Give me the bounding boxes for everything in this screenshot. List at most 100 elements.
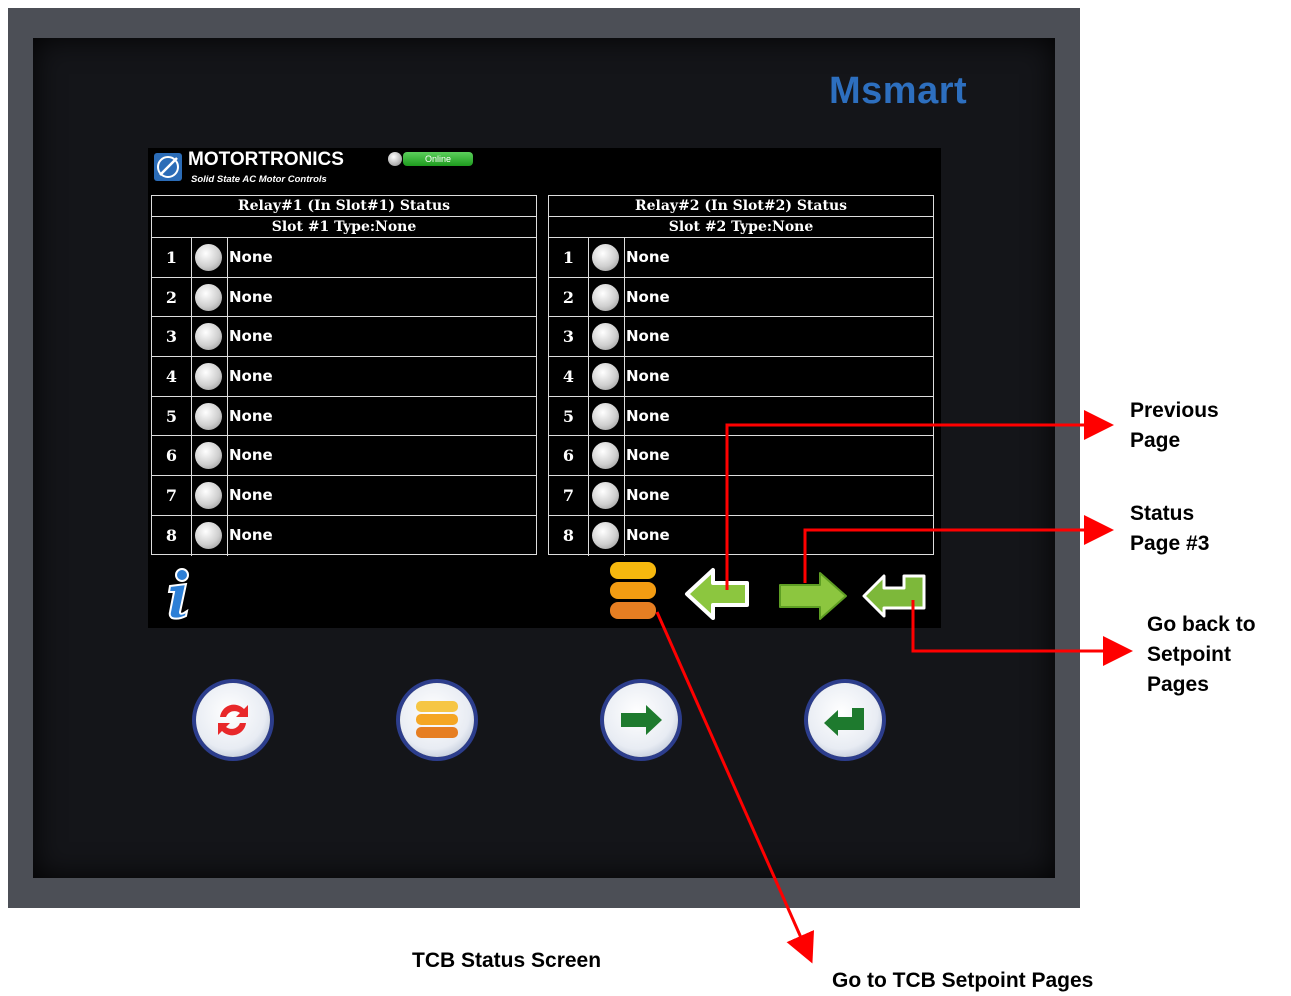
relay-row: 3 None	[152, 317, 536, 358]
previous-page-button[interactable]	[683, 566, 753, 627]
relay-row: 1 None	[152, 238, 536, 278]
relay-row: 8 None	[152, 515, 536, 556]
relay-label: None	[626, 406, 670, 425]
relay-row: 6 None	[152, 436, 536, 477]
relay-row: 6 None	[549, 436, 933, 477]
relay-led-icon	[195, 442, 222, 470]
annotation-line: Page #3	[1130, 532, 1210, 555]
relay-led-icon	[592, 442, 619, 470]
row-divider	[624, 277, 625, 317]
relay-number: 6	[549, 436, 589, 476]
relay-label: None	[229, 406, 273, 425]
relay-row: 2 None	[152, 277, 536, 318]
return-icon	[862, 574, 926, 618]
row-divider	[227, 515, 228, 556]
relay-number: 6	[152, 436, 192, 476]
relay-number: 4	[152, 357, 192, 396]
annotation-status-page: Status Page #3	[1130, 499, 1209, 559]
relay-led-icon	[592, 283, 619, 311]
refresh-icon	[218, 704, 248, 736]
row-divider	[624, 238, 625, 277]
row-divider	[227, 317, 228, 357]
relay-led-icon	[195, 521, 222, 549]
next-status-page-button[interactable]	[776, 570, 850, 627]
panel-title: Relay#1 (In Slot#1) Status	[152, 196, 536, 217]
relay-number: 7	[152, 476, 192, 515]
relay-label: None	[626, 525, 670, 544]
relay-label: None	[229, 367, 273, 386]
relay-row: 1 None	[549, 238, 933, 278]
relay-number: 5	[549, 396, 589, 436]
annotation-line: Previous	[1130, 399, 1219, 422]
relay-row: 5 None	[549, 396, 933, 437]
back-to-setpoints-button[interactable]	[860, 568, 930, 623]
relay-row: 2 None	[549, 277, 933, 318]
relay-label: None	[626, 287, 670, 306]
relay-led-icon	[592, 244, 619, 271]
row-divider	[227, 476, 228, 515]
relay2-panel: Relay#2 (In Slot#2) Status Slot #2 Type:…	[548, 195, 934, 556]
relay-number: 5	[152, 396, 192, 436]
relay-number: 3	[549, 317, 589, 357]
row-divider	[624, 357, 625, 396]
relay-number: 1	[549, 238, 589, 277]
relay-led-icon	[195, 244, 222, 271]
relay-label: None	[229, 327, 273, 346]
arrow-left-icon	[685, 568, 749, 620]
relay-label: None	[626, 367, 670, 386]
annotation-line: Go back to	[1147, 613, 1256, 636]
menu-button[interactable]	[608, 560, 660, 622]
relay-led-icon	[592, 402, 619, 430]
relay-row: 4 None	[549, 357, 933, 397]
relay-label: None	[229, 446, 273, 465]
annotation-go-back: Go back to Setpoint Pages	[1147, 610, 1256, 700]
arrow-right-icon	[621, 705, 662, 735]
relay-led-icon	[195, 482, 222, 510]
relay-row: 4 None	[152, 357, 536, 397]
refresh-hardware-button[interactable]	[196, 683, 270, 757]
row-divider	[624, 515, 625, 556]
relay-label: None	[626, 248, 670, 266]
relay-row: 7 None	[549, 476, 933, 516]
row-divider	[227, 396, 228, 436]
row-divider	[227, 357, 228, 396]
relay-label: None	[229, 486, 273, 505]
relay-led-icon	[592, 363, 619, 391]
figure-caption: TCB Status Screen	[412, 949, 602, 972]
arrow-right-icon	[779, 572, 847, 620]
relay-led-icon	[195, 283, 222, 311]
return-icon	[824, 708, 864, 736]
relay-number: 7	[549, 476, 589, 515]
row-divider	[227, 436, 228, 476]
hmi-screen: MOTORTRONICS Solid State AC Motor Contro…	[148, 148, 941, 628]
row-divider	[624, 317, 625, 357]
menu-icon	[610, 562, 656, 619]
row-divider	[624, 436, 625, 476]
relay-label: None	[229, 248, 273, 266]
next-hardware-button[interactable]	[604, 683, 678, 757]
relay-led-icon	[195, 323, 222, 351]
annotation-line: Page	[1130, 429, 1181, 452]
relay-number: 1	[152, 238, 192, 277]
brand-logo: Msmart	[829, 70, 968, 112]
relay-number: 8	[549, 515, 589, 556]
relay-led-icon	[195, 402, 222, 430]
online-status-badge: Online	[403, 152, 473, 166]
annotation-line: Pages	[1147, 673, 1209, 696]
relay-row: 5 None	[152, 396, 536, 437]
row-divider	[624, 476, 625, 515]
menu-hardware-button[interactable]	[400, 683, 474, 757]
relay-label: None	[626, 486, 670, 505]
row-divider	[227, 277, 228, 317]
relay-number: 2	[549, 277, 589, 317]
slot-type: Slot #1 Type:None	[152, 217, 536, 238]
company-name: MOTORTRONICS	[188, 149, 344, 170]
row-divider	[624, 396, 625, 436]
relay-label: None	[229, 287, 273, 306]
relay-number: 4	[549, 357, 589, 396]
relay-label: None	[626, 327, 670, 346]
annotation-previous-page: Previous Page	[1130, 396, 1219, 456]
company-tagline: Solid State AC Motor Controls	[191, 174, 327, 185]
return-hardware-button[interactable]	[808, 683, 882, 757]
info-icon[interactable]	[160, 568, 196, 625]
